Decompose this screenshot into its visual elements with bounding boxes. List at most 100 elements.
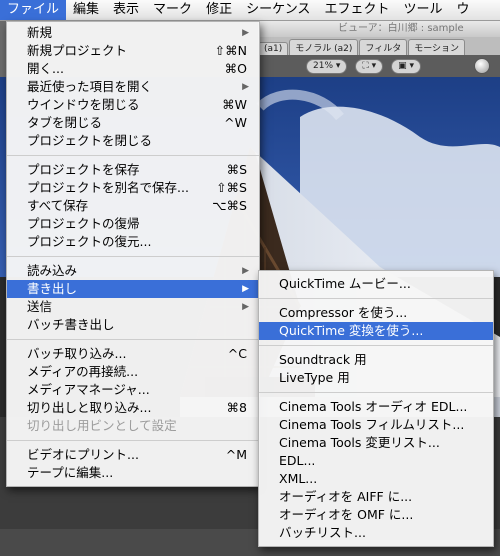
menu-window[interactable]: ウ (449, 0, 476, 20)
shortcut: ⌘S (226, 162, 247, 177)
menu-item-label: Cinema Tools フィルムリスト... (279, 417, 465, 432)
menu-item-label: プロジェクトを閉じる (27, 133, 153, 148)
menu-modify[interactable]: 修正 (199, 0, 239, 20)
menu-item-label: EDL... (279, 453, 316, 468)
submenu-arrow-icon: ▶ (242, 28, 249, 38)
menu-item-using-compressor[interactable]: Compressor を使う... (259, 304, 493, 322)
menu-item-save-project[interactable]: プロジェクトを保存 ⌘S (7, 161, 259, 179)
tab-filters[interactable]: フィルタ (359, 39, 408, 55)
menu-bar: ファイル 編集 表示 マーク 修正 シーケンス エフェクト ツール ウ (0, 0, 500, 21)
menu-item-label: 書き出し (27, 281, 78, 296)
shortcut: ⌘W (222, 97, 247, 112)
menu-item-xml[interactable]: XML... (259, 470, 493, 488)
menu-item-open[interactable]: 開く... ⌘O (7, 60, 259, 78)
viewer-toolbar: 21% ▾ ⛶ ▾ ▣ ▾ (258, 55, 500, 77)
menu-file[interactable]: ファイル (0, 0, 67, 20)
menu-item-for-livetype[interactable]: LiveType 用 (259, 369, 493, 387)
zoom-value: 21% (313, 60, 334, 71)
menu-item-label: Compressor を使う... (279, 305, 408, 320)
tab-mono-a2[interactable]: モノラル (a2) (289, 39, 359, 55)
shortcut: ⇧⌘N (214, 43, 247, 58)
menu-item-label: バッチ書き出し (27, 317, 115, 332)
view-popup[interactable]: ⛶ ▾ (355, 58, 384, 74)
menu-mark[interactable]: マーク (146, 0, 199, 20)
shortcut: ⌘O (224, 61, 247, 76)
menu-item-close-window[interactable]: ウインドウを閉じる ⌘W (7, 96, 259, 114)
menu-item-using-quicktime-conversion[interactable]: QuickTime 変換を使う... (259, 322, 493, 340)
overlay-popup[interactable]: ▣ ▾ (391, 58, 421, 74)
export-submenu: QuickTime ムービー... Compressor を使う... Quic… (258, 270, 494, 547)
menu-sequence[interactable]: シーケンス (239, 0, 317, 20)
menu-item-cinema-tools-change-list[interactable]: Cinema Tools 変更リスト... (259, 434, 493, 452)
menu-separator (259, 345, 493, 346)
tab-motion[interactable]: モーション (408, 39, 466, 55)
shortcut: ⌥⌘S (212, 198, 247, 213)
menu-item-restore-project[interactable]: プロジェクトの復元... (7, 233, 259, 251)
menu-item-label: 最近使った項目を開く (27, 79, 153, 94)
menu-item-new[interactable]: 新規 ▶ (7, 24, 259, 42)
menu-item-label: Cinema Tools オーディオ EDL... (279, 399, 468, 414)
menu-item-for-soundtrack[interactable]: Soundtrack 用 (259, 351, 493, 369)
submenu-arrow-icon: ▶ (242, 266, 249, 276)
menu-edit[interactable]: 編集 (66, 0, 106, 20)
menu-item-set-logging-bin: 切り出し用ビンとして設定 (7, 417, 259, 435)
menu-item-label: Cinema Tools 変更リスト... (279, 435, 440, 450)
menu-separator (7, 256, 259, 257)
menu-item-save-all[interactable]: すべて保存 ⌥⌘S (7, 197, 259, 215)
menu-item-quicktime-movie[interactable]: QuickTime ムービー... (259, 275, 493, 293)
menu-item-cinema-tools-film-list[interactable]: Cinema Tools フィルムリスト... (259, 416, 493, 434)
viewer-tabs: (a1) モノラル (a2) フィルタ モーション (258, 37, 500, 55)
menu-effects[interactable]: エフェクト (317, 0, 396, 20)
menu-tools[interactable]: ツール (396, 0, 449, 20)
menu-item-batch-list[interactable]: バッチリスト... (259, 524, 493, 542)
menu-item-label: オーディオを OMF に... (279, 507, 414, 522)
menu-item-label: 開く... (27, 61, 64, 76)
viewer-title: ビューア：白川郷 : sample (258, 21, 500, 37)
menu-view[interactable]: 表示 (106, 0, 146, 20)
menu-item-batch-capture[interactable]: バッチ取り込み... ^C (7, 345, 259, 363)
menu-item-label: プロジェクトを保存 (27, 162, 140, 177)
menu-item-label: オーディオを AIFF に... (279, 489, 413, 504)
shortcut: ⇧⌘S (216, 180, 247, 195)
menu-item-save-project-as[interactable]: プロジェクトを別名で保存... ⇧⌘S (7, 179, 259, 197)
menu-item-send-to[interactable]: 送信 ▶ (7, 298, 259, 316)
menu-item-label: LiveType 用 (279, 370, 350, 385)
submenu-arrow-icon: ▶ (242, 284, 249, 294)
menu-separator (7, 155, 259, 156)
submenu-arrow-icon: ▶ (242, 302, 249, 312)
menu-item-label: ウインドウを閉じる (27, 97, 140, 112)
menu-item-label: XML... (279, 471, 318, 486)
menu-item-print-to-video[interactable]: ビデオにプリント... ^M (7, 446, 259, 464)
tab-audio-a1[interactable]: (a1) (258, 42, 289, 55)
menu-item-cinema-tools-audio-edl[interactable]: Cinema Tools オーディオ EDL... (259, 398, 493, 416)
menu-item-edl[interactable]: EDL... (259, 452, 493, 470)
menu-item-label: メディアの再接続... (27, 364, 139, 379)
menu-item-audio-to-omf[interactable]: オーディオを OMF に... (259, 506, 493, 524)
menu-item-label: ビデオにプリント... (27, 447, 139, 462)
menu-item-label: メディアマネージャ... (27, 382, 150, 397)
menu-item-label: 切り出しと取り込み... (27, 400, 152, 415)
menu-item-audio-to-aiff[interactable]: オーディオを AIFF に... (259, 488, 493, 506)
jog-knob-icon[interactable] (474, 58, 490, 74)
menu-item-reconnect-media[interactable]: メディアの再接続... (7, 363, 259, 381)
menu-item-revert-project[interactable]: プロジェクトの復帰 (7, 215, 259, 233)
menu-item-label: バッチリスト... (279, 525, 366, 540)
menu-item-close-project[interactable]: プロジェクトを閉じる (7, 132, 259, 150)
menu-item-label: すべて保存 (27, 198, 89, 213)
menu-item-label: 切り出し用ビンとして設定 (27, 418, 177, 433)
menu-separator (259, 392, 493, 393)
menu-item-import[interactable]: 読み込み ▶ (7, 262, 259, 280)
zoom-popup[interactable]: 21% ▾ (306, 58, 348, 74)
menu-item-batch-export[interactable]: バッチ書き出し (7, 316, 259, 334)
menu-separator (7, 339, 259, 340)
shortcut: ^W (224, 115, 247, 130)
menu-item-log-and-capture[interactable]: 切り出しと取り込み... ⌘8 (7, 399, 259, 417)
menu-item-export[interactable]: 書き出し ▶ (7, 280, 259, 298)
menu-item-edit-to-tape[interactable]: テープに編集... (7, 464, 259, 482)
menu-item-close-tab[interactable]: タブを閉じる ^W (7, 114, 259, 132)
menu-item-open-recent[interactable]: 最近使った項目を開く ▶ (7, 78, 259, 96)
menu-item-new-project[interactable]: 新規プロジェクト ⇧⌘N (7, 42, 259, 60)
menu-item-label: Soundtrack 用 (279, 352, 367, 367)
menu-item-media-manager[interactable]: メディアマネージャ... (7, 381, 259, 399)
menu-item-label: プロジェクトの復元... (27, 234, 152, 249)
